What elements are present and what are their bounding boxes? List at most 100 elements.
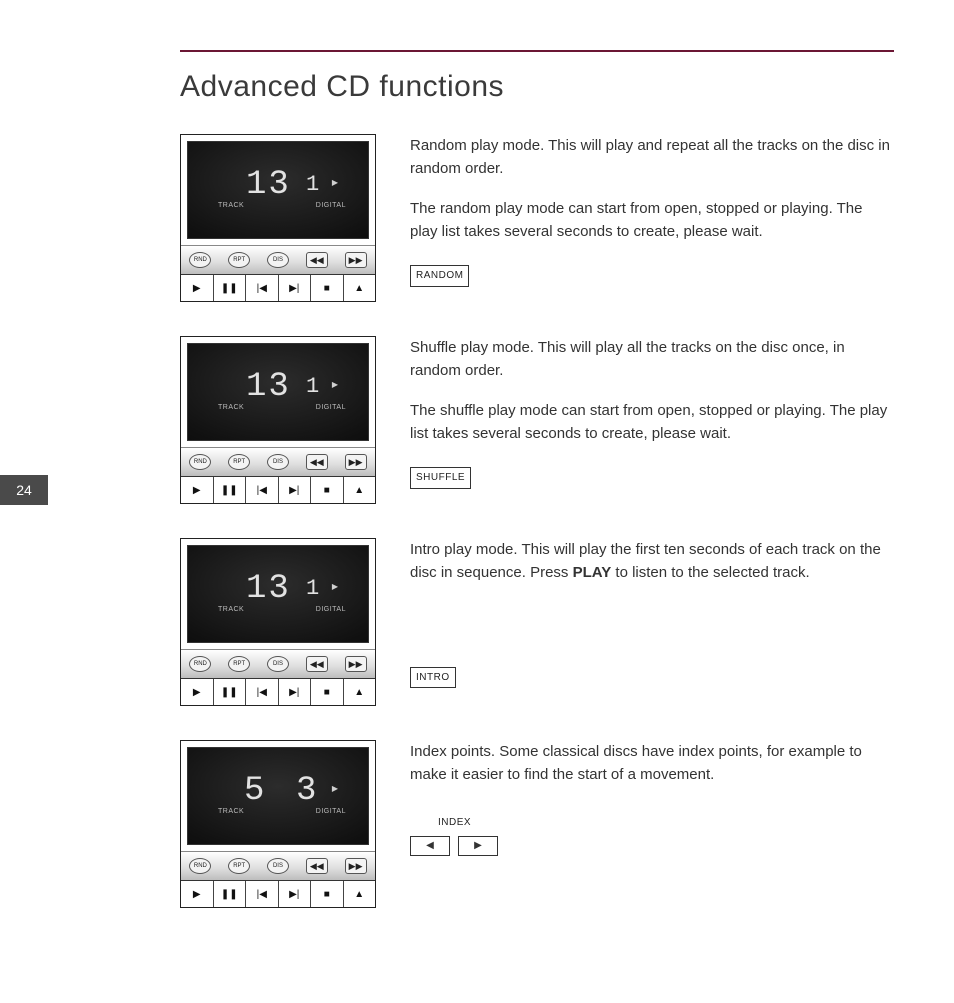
paragraph: Random play mode. This will play and rep… [410, 134, 894, 181]
next-track-button[interactable]: ▶| [279, 477, 312, 503]
play-indicator-icon: ▶ [332, 178, 338, 187]
cd-display: 13 1 ▶ TRACK DIGITAL [187, 141, 369, 239]
prev-track-button[interactable]: |◀ [246, 881, 279, 907]
panel-row-1: RND RPT DIS ◀◀ ▶▶ [181, 649, 375, 678]
eject-button[interactable]: ▲ [344, 477, 376, 503]
rpt-button[interactable]: RPT [228, 454, 250, 470]
index-prev-button: ◀ [410, 836, 450, 856]
page-title: Advanced CD functions [180, 70, 894, 104]
play-button[interactable]: ▶ [181, 275, 214, 301]
index-label: INDEX [410, 815, 894, 831]
display-left-value: 5 [244, 772, 266, 810]
rewind-button[interactable]: ◀◀ [306, 858, 328, 874]
key-label-random: RANDOM [410, 265, 469, 287]
text: to listen to the selected track. [611, 564, 809, 581]
fast-forward-button[interactable]: ▶▶ [345, 454, 367, 470]
rpt-button[interactable]: RPT [228, 656, 250, 672]
label-digital: DIGITAL [316, 202, 346, 209]
rpt-button[interactable]: RPT [228, 858, 250, 874]
fast-forward-button[interactable]: ▶▶ [345, 858, 367, 874]
display-sub-value: 1 [306, 172, 321, 197]
fast-forward-button[interactable]: ▶▶ [345, 252, 367, 268]
label-track: TRACK [218, 606, 244, 613]
eject-button[interactable]: ▲ [344, 679, 376, 705]
panel-row-2: ▶ ❚❚ |◀ ▶| ■ ▲ [181, 880, 375, 907]
rewind-button[interactable]: ◀◀ [306, 656, 328, 672]
rewind-button[interactable]: ◀◀ [306, 454, 328, 470]
label-digital: DIGITAL [316, 404, 346, 411]
stop-button[interactable]: ■ [311, 477, 344, 503]
display-main-value: 13 [246, 570, 291, 608]
cd-display: 13 1 ▶ TRACK DIGITAL [187, 343, 369, 441]
paragraph: The random play mode can start from open… [410, 197, 894, 244]
play-indicator-icon: ▶ [332, 380, 338, 389]
prev-track-button[interactable]: |◀ [246, 275, 279, 301]
key-label-shuffle: SHUFFLE [410, 467, 471, 489]
pause-button[interactable]: ❚❚ [214, 881, 247, 907]
text-col: Intro play mode. This will play the firs… [410, 538, 894, 706]
display-right-value: 3 [296, 772, 318, 810]
next-track-button[interactable]: ▶| [279, 275, 312, 301]
paragraph: Index points. Some classical discs have … [410, 740, 894, 787]
rewind-button[interactable]: ◀◀ [306, 252, 328, 268]
text-col: Random play mode. This will play and rep… [410, 134, 894, 302]
pause-button[interactable]: ❚❚ [214, 477, 247, 503]
panel-row-2: ▶ ❚❚ |◀ ▶| ■ ▲ [181, 274, 375, 301]
paragraph: Shuffle play mode. This will play all th… [410, 336, 894, 383]
stop-button[interactable]: ■ [311, 275, 344, 301]
play-button[interactable]: ▶ [181, 679, 214, 705]
rnd-button[interactable]: RND [189, 858, 211, 874]
play-button[interactable]: ▶ [181, 881, 214, 907]
rnd-button[interactable]: RND [189, 656, 211, 672]
stop-button[interactable]: ■ [311, 679, 344, 705]
fast-forward-button[interactable]: ▶▶ [345, 656, 367, 672]
dis-button[interactable]: DIS [267, 858, 289, 874]
label-digital: DIGITAL [316, 606, 346, 613]
label-track: TRACK [218, 808, 244, 815]
panel-col: 13 1 ▶ TRACK DIGITAL RND RPT DIS ◀◀ ▶▶ ▶… [180, 538, 380, 706]
cd-panel-intro: 13 1 ▶ TRACK DIGITAL RND RPT DIS ◀◀ ▶▶ ▶… [180, 538, 376, 706]
cd-display: 13 1 ▶ TRACK DIGITAL [187, 545, 369, 643]
panel-row-1: RND RPT DIS ◀◀ ▶▶ [181, 447, 375, 476]
panel-row-2: ▶ ❚❚ |◀ ▶| ■ ▲ [181, 678, 375, 705]
paragraph: Intro play mode. This will play the firs… [410, 538, 894, 585]
eject-button[interactable]: ▲ [344, 881, 376, 907]
dis-button[interactable]: DIS [267, 454, 289, 470]
rnd-button[interactable]: RND [189, 252, 211, 268]
pause-button[interactable]: ❚❚ [214, 679, 247, 705]
section-intro: 13 1 ▶ TRACK DIGITAL RND RPT DIS ◀◀ ▶▶ ▶… [180, 538, 894, 706]
label-track: TRACK [218, 202, 244, 209]
panel-col: 13 1 ▶ TRACK DIGITAL RND RPT DIS ◀◀ ▶▶ ▶… [180, 134, 380, 302]
panel-col: 13 1 ▶ TRACK DIGITAL RND RPT DIS ◀◀ ▶▶ ▶… [180, 336, 380, 504]
display-sub-value: 1 [306, 576, 321, 601]
panel-row-2: ▶ ❚❚ |◀ ▶| ■ ▲ [181, 476, 375, 503]
eject-button[interactable]: ▲ [344, 275, 376, 301]
play-button[interactable]: ▶ [181, 477, 214, 503]
page-number: 24 [16, 482, 32, 498]
panel-row-1: RND RPT DIS ◀◀ ▶▶ [181, 245, 375, 274]
index-key-block: INDEX ◀ ▶ [410, 815, 894, 857]
text-col: Index points. Some classical discs have … [410, 740, 894, 908]
page-number-tab: 24 [0, 475, 48, 505]
display-main-value: 13 [246, 166, 291, 204]
dis-button[interactable]: DIS [267, 656, 289, 672]
next-track-button[interactable]: ▶| [279, 679, 312, 705]
pause-button[interactable]: ❚❚ [214, 275, 247, 301]
cd-panel-shuffle: 13 1 ▶ TRACK DIGITAL RND RPT DIS ◀◀ ▶▶ ▶… [180, 336, 376, 504]
section-random: 13 1 ▶ TRACK DIGITAL RND RPT DIS ◀◀ ▶▶ ▶… [180, 134, 894, 302]
cd-display: 5 3 ▶ TRACK DIGITAL [187, 747, 369, 845]
display-sub-value: 1 [306, 374, 321, 399]
rnd-button[interactable]: RND [189, 454, 211, 470]
rpt-button[interactable]: RPT [228, 252, 250, 268]
manual-page: Advanced CD functions 24 13 1 ▶ TRACK DI… [0, 0, 954, 1003]
next-track-button[interactable]: ▶| [279, 881, 312, 907]
bold-word: PLAY [573, 564, 612, 581]
play-indicator-icon: ▶ [332, 582, 338, 591]
cd-panel-index: 5 3 ▶ TRACK DIGITAL RND RPT DIS ◀◀ ▶▶ ▶ … [180, 740, 376, 908]
dis-button[interactable]: DIS [267, 252, 289, 268]
prev-track-button[interactable]: |◀ [246, 477, 279, 503]
section-shuffle: 13 1 ▶ TRACK DIGITAL RND RPT DIS ◀◀ ▶▶ ▶… [180, 336, 894, 504]
stop-button[interactable]: ■ [311, 881, 344, 907]
section-index: 5 3 ▶ TRACK DIGITAL RND RPT DIS ◀◀ ▶▶ ▶ … [180, 740, 894, 908]
prev-track-button[interactable]: |◀ [246, 679, 279, 705]
